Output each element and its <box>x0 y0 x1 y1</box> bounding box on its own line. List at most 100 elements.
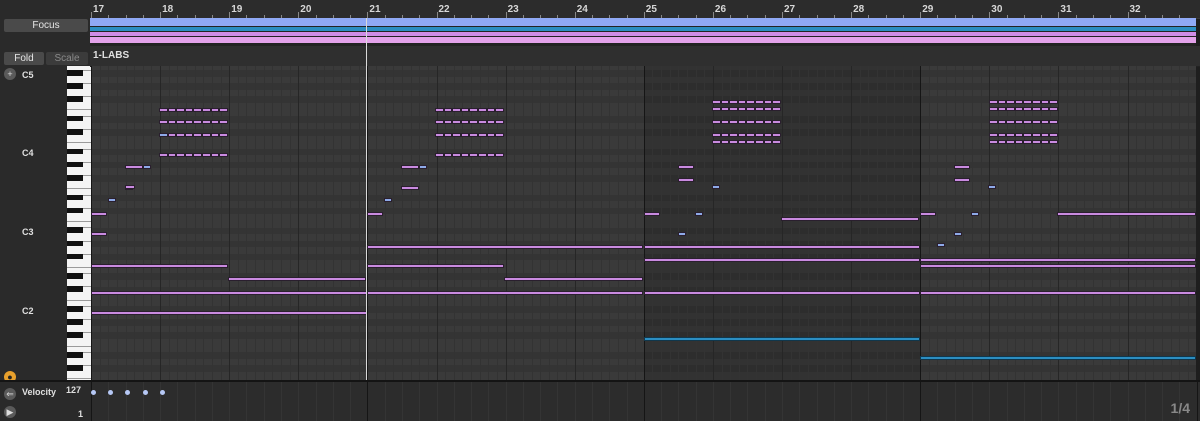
midi-note[interactable] <box>729 120 738 124</box>
midi-note[interactable] <box>228 277 366 281</box>
piano-black-key[interactable] <box>67 332 83 338</box>
midi-note[interactable] <box>755 100 764 104</box>
midi-note[interactable] <box>91 264 228 268</box>
midi-note[interactable] <box>954 232 962 236</box>
midi-note[interactable] <box>486 153 496 157</box>
midi-note[interactable] <box>678 178 694 182</box>
midi-note[interactable] <box>772 100 781 104</box>
midi-note[interactable] <box>755 107 764 111</box>
midi-note[interactable] <box>755 140 764 144</box>
note-editor-grid[interactable] <box>91 66 1196 380</box>
midi-note[interactable] <box>1014 133 1024 137</box>
piano-keyboard[interactable] <box>67 66 92 380</box>
velocity-marker[interactable] <box>91 390 96 395</box>
midi-note[interactable] <box>219 153 228 157</box>
velocity-marker[interactable] <box>125 390 130 395</box>
midi-note[interactable] <box>989 100 998 104</box>
midi-note[interactable] <box>1014 100 1024 104</box>
midi-note[interactable] <box>367 212 383 216</box>
midi-note[interactable] <box>125 185 135 189</box>
midi-note[interactable] <box>954 165 970 169</box>
midi-note[interactable] <box>176 120 185 124</box>
midi-note[interactable] <box>486 120 496 124</box>
midi-note[interactable] <box>435 120 444 124</box>
midi-note[interactable] <box>954 178 970 182</box>
midi-note[interactable] <box>1006 133 1015 137</box>
midi-note[interactable] <box>184 108 194 112</box>
midi-note[interactable] <box>678 232 686 236</box>
velocity-marker[interactable] <box>143 390 148 395</box>
midi-note[interactable] <box>712 107 721 111</box>
midi-note[interactable] <box>452 120 461 124</box>
piano-black-key[interactable] <box>67 194 83 201</box>
velocity-marker[interactable] <box>108 390 113 395</box>
fold-button[interactable]: Fold <box>4 52 44 65</box>
midi-note[interactable] <box>644 337 920 341</box>
midi-note[interactable] <box>159 133 168 137</box>
midi-note[interactable] <box>167 153 177 157</box>
midi-note[interactable] <box>452 108 461 112</box>
midi-note[interactable] <box>202 108 211 112</box>
midi-note[interactable] <box>920 291 1196 295</box>
midi-note[interactable] <box>435 153 444 157</box>
midi-note[interactable] <box>469 133 478 137</box>
midi-note[interactable] <box>193 108 202 112</box>
midi-note[interactable] <box>443 120 453 124</box>
midi-note[interactable] <box>729 107 738 111</box>
midi-note[interactable] <box>644 245 920 249</box>
midi-note[interactable] <box>1032 133 1041 137</box>
midi-note[interactable] <box>1032 120 1041 124</box>
midi-note[interactable] <box>202 133 211 137</box>
midi-note[interactable] <box>720 133 730 137</box>
midi-note[interactable] <box>729 133 738 137</box>
midi-note[interactable] <box>712 140 721 144</box>
midi-note[interactable] <box>997 107 1007 111</box>
midi-note[interactable] <box>755 133 764 137</box>
midi-note[interactable] <box>1023 107 1032 111</box>
midi-note[interactable] <box>367 245 643 249</box>
midi-note[interactable] <box>184 153 194 157</box>
piano-black-key[interactable] <box>67 319 83 325</box>
midi-note[interactable] <box>167 108 177 112</box>
midi-note[interactable] <box>495 108 504 112</box>
velocity-grid[interactable] <box>91 382 1200 421</box>
midi-note[interactable] <box>712 120 721 124</box>
midi-note[interactable] <box>763 120 773 124</box>
piano-black-key[interactable] <box>67 83 83 89</box>
midi-note[interactable] <box>478 133 487 137</box>
midi-note[interactable] <box>712 100 721 104</box>
midi-note[interactable] <box>763 107 773 111</box>
midi-note[interactable] <box>504 277 643 281</box>
midi-note[interactable] <box>91 212 107 216</box>
midi-note[interactable] <box>384 198 392 202</box>
piano-black-key[interactable] <box>67 273 83 279</box>
midi-note[interactable] <box>219 108 228 112</box>
midi-note[interactable] <box>746 120 755 124</box>
midi-note[interactable] <box>712 133 721 137</box>
play-icon[interactable]: ▶ <box>4 406 16 418</box>
midi-note[interactable] <box>184 120 194 124</box>
midi-note[interactable] <box>1014 140 1024 144</box>
midi-note[interactable] <box>763 140 773 144</box>
piano-black-key[interactable] <box>67 174 83 181</box>
midi-note[interactable] <box>737 107 747 111</box>
bar-ruler[interactable]: 17 18 19 20 21 22 23 24 25 26 27 28 29 30 31 32 <box>90 0 1200 19</box>
midi-note[interactable] <box>1032 140 1041 144</box>
midi-note[interactable] <box>720 100 730 104</box>
midi-note[interactable] <box>478 120 487 124</box>
midi-note[interactable] <box>1040 100 1050 104</box>
midi-note[interactable] <box>202 153 211 157</box>
piano-black-key[interactable] <box>67 240 83 247</box>
midi-note[interactable] <box>1049 140 1058 144</box>
midi-note[interactable] <box>486 108 496 112</box>
midi-note[interactable] <box>460 153 470 157</box>
midi-note[interactable] <box>193 133 202 137</box>
midi-note[interactable] <box>746 107 755 111</box>
midi-note[interactable] <box>460 120 470 124</box>
midi-note[interactable] <box>184 133 194 137</box>
midi-note[interactable] <box>1057 212 1196 216</box>
midi-note[interactable] <box>401 186 419 190</box>
midi-note[interactable] <box>495 120 504 124</box>
midi-note[interactable] <box>401 165 419 169</box>
midi-note[interactable] <box>443 108 453 112</box>
